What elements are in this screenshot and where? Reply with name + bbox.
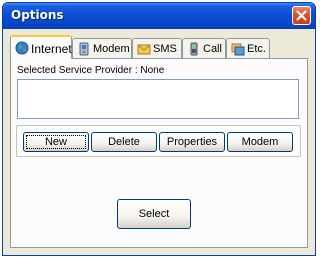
globe-icon	[15, 41, 29, 55]
tab-label: Call	[203, 43, 222, 55]
modem-button[interactable]: Modem	[227, 132, 293, 152]
options-dialog: Options Internet Modem SMS Call Etc. Sel…	[2, 2, 316, 256]
close-icon	[296, 10, 307, 21]
phone-icon	[190, 42, 198, 56]
title-bar[interactable]: Options	[3, 3, 315, 29]
new-button[interactable]: New	[23, 132, 89, 152]
tab-call[interactable]: Call	[182, 38, 226, 58]
internet-tab-panel: Selected Service Provider : None New Del…	[10, 58, 308, 248]
properties-button[interactable]: Properties	[159, 132, 225, 152]
tab-etc[interactable]: Etc.	[226, 38, 270, 58]
provider-list[interactable]	[17, 79, 299, 119]
dialog-body: Internet Modem SMS Call Etc. Selected Se…	[6, 29, 312, 252]
window-title: Options	[11, 8, 64, 22]
select-button[interactable]: Select	[117, 199, 191, 229]
windows-icon	[231, 43, 245, 56]
provider-actions-group: New Delete Properties Modem	[16, 125, 301, 157]
delete-button[interactable]: Delete	[91, 132, 157, 152]
tab-sms[interactable]: SMS	[132, 38, 182, 58]
tab-label: Internet	[31, 42, 72, 56]
tab-label: Modem	[93, 43, 130, 55]
envelope-icon	[137, 44, 151, 55]
modem-icon	[79, 42, 89, 56]
tab-modem[interactable]: Modem	[72, 38, 132, 58]
tab-internet[interactable]: Internet	[10, 35, 72, 59]
tab-label: SMS	[153, 43, 177, 55]
provider-label: Selected Service Provider : None	[17, 65, 165, 76]
tab-label: Etc.	[247, 43, 266, 55]
close-button[interactable]	[292, 6, 311, 25]
